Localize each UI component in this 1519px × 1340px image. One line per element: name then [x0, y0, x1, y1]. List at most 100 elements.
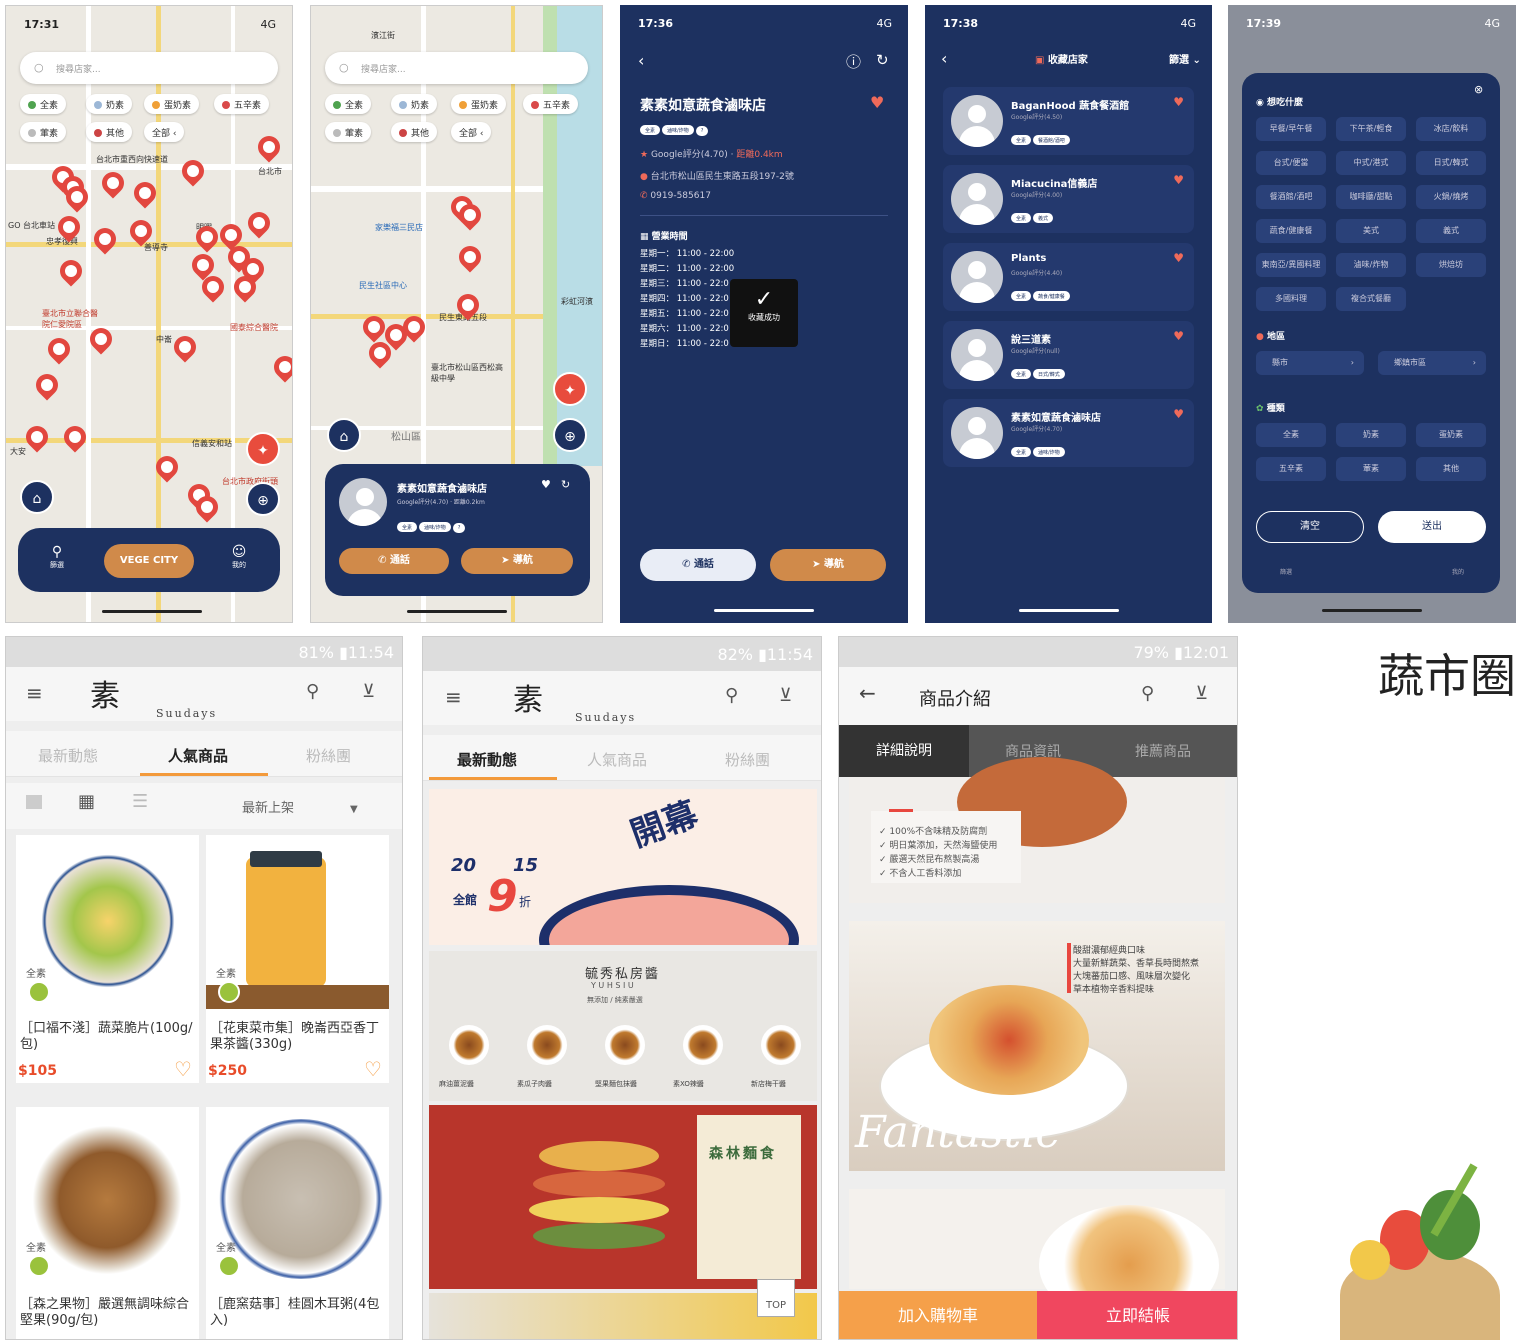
sort-select[interactable]: 最新上架 ▼ — [242, 797, 358, 816]
chip-five-spice[interactable]: 五辛素 — [523, 94, 579, 114]
clear-button[interactable]: 清空 — [1256, 511, 1364, 543]
phone-row[interactable]: ✆ 0919-585617 — [640, 191, 711, 201]
store-pin-icon[interactable] — [89, 223, 121, 255]
chip-all[interactable]: 全部 ‹ — [144, 122, 185, 142]
tab-news[interactable]: 最新動態 — [38, 745, 98, 766]
noodle-banner[interactable]: 森林麵食 — [429, 1105, 817, 1289]
food-option[interactable]: 多國料理 — [1256, 287, 1326, 311]
store-pin-icon[interactable] — [55, 255, 87, 287]
food-option[interactable]: 下午茶/輕食 — [1336, 117, 1406, 141]
address-row[interactable]: ● 台北市松山區民生東路五段197-2號 — [640, 169, 794, 182]
search-icon[interactable]: ⚲ — [1141, 683, 1154, 704]
food-option[interactable]: 早餐/早午餐 — [1256, 117, 1326, 141]
chip-milk[interactable]: 奶素 — [86, 94, 133, 114]
food-option[interactable]: 餐酒館/酒吧 — [1256, 185, 1326, 209]
grid-view-icon[interactable]: ▦ — [78, 791, 95, 812]
tab-fans[interactable]: 粉絲團 — [306, 745, 351, 766]
tab-popular[interactable]: 人氣商品 — [587, 749, 647, 770]
vege-city-button[interactable]: VEGE CITY — [104, 544, 194, 578]
info-icon[interactable]: ⓘ — [846, 51, 861, 72]
heart-icon[interactable]: ♡ — [364, 1057, 382, 1081]
kind-option[interactable]: 葷素 — [1336, 457, 1406, 481]
food-option[interactable]: 美式 — [1336, 219, 1406, 243]
kind-option[interactable]: 五辛素 — [1256, 457, 1326, 481]
refresh-icon[interactable]: ↻ — [561, 478, 570, 491]
store-icon[interactable]: ⌂ — [20, 480, 54, 514]
heart-icon[interactable]: ♥ — [870, 93, 884, 112]
food-option[interactable]: 複合式餐廳 — [1336, 287, 1406, 311]
chip-vegan[interactable]: 全素 — [20, 94, 67, 114]
tab-fans[interactable]: 粉絲團 — [725, 749, 770, 770]
chip-egg-milk[interactable]: 蛋奶素 — [144, 94, 200, 114]
list-view-icon[interactable]: ☰ — [132, 791, 148, 812]
store-pin-icon[interactable] — [177, 155, 209, 187]
store-pin-icon[interactable] — [43, 333, 75, 365]
chip-other[interactable]: 其他 — [86, 122, 133, 142]
heart-icon[interactable]: ♥ — [541, 478, 551, 491]
heart-icon[interactable]: ♥ — [1173, 407, 1184, 421]
county-select[interactable]: 縣市 › — [1256, 351, 1364, 375]
menu-icon[interactable]: ≡ — [26, 681, 43, 705]
profile-button[interactable]: ☺ 我的 — [224, 544, 254, 570]
chip-five-spice[interactable]: 五辛素 — [214, 94, 270, 114]
refresh-icon[interactable]: ↻ — [876, 51, 889, 69]
store-card[interactable]: 素素如意蔬食滷味店 Google評分(4.70) · 距離0.2km 全素 滷味/… — [325, 464, 590, 596]
store-pin-icon[interactable] — [97, 167, 129, 199]
kind-option[interactable]: 蛋奶素 — [1416, 423, 1486, 447]
store-pin-icon[interactable] — [169, 331, 201, 363]
search-input[interactable]: ○ 搜尋店家... — [325, 52, 588, 84]
chip-meat-veg[interactable]: 葷素 — [325, 122, 372, 142]
cart-icon[interactable]: ⊻ — [1195, 683, 1208, 704]
kind-option[interactable]: 奶素 — [1336, 423, 1406, 447]
food-option[interactable]: 中式/港式 — [1336, 151, 1406, 175]
tab-news[interactable]: 最新動態 — [457, 749, 517, 770]
navigate-button[interactable]: ➤ 導航 — [770, 549, 886, 581]
chip-vegan[interactable]: 全素 — [325, 94, 372, 114]
food-option[interactable]: 東南亞/異國料理 — [1256, 253, 1326, 277]
sauce-banner[interactable]: 毓秀私房醬 Y U H S I U 無添加 / 純素嚴選 麻油薑泥醬 素瓜子肉醬 堅… — [429, 951, 817, 1101]
product-card[interactable]: 全素 ［鹿窯菇事］桂圓木耳粥(4包入) — [206, 1107, 389, 1339]
filter-button[interactable]: 篩選 ⌄ — [1169, 51, 1201, 66]
call-button[interactable]: ✆ 通話 — [339, 548, 449, 574]
food-option[interactable]: 火鍋/燒烤 — [1416, 185, 1486, 209]
gift-icon[interactable]: ✦ — [246, 432, 280, 466]
store-pin-icon[interactable] — [243, 207, 275, 239]
favorite-item[interactable]: Miacucina信義店 Google評分(4.00) 全素 義式 ♥ — [943, 165, 1194, 233]
food-option[interactable]: 烘焙坊 — [1416, 253, 1486, 277]
heart-icon[interactable]: ♡ — [174, 1057, 192, 1081]
chip-egg-milk[interactable]: 蛋奶素 — [451, 94, 507, 114]
tab-popular[interactable]: 人氣商品 — [168, 745, 228, 766]
store-pin-icon[interactable] — [253, 131, 285, 163]
food-option[interactable]: 滷味/炸物 — [1336, 253, 1406, 277]
chip-other[interactable]: 其他 — [391, 122, 438, 142]
kind-option[interactable]: 其他 — [1416, 457, 1486, 481]
food-option[interactable]: 台式/便當 — [1256, 151, 1326, 175]
heart-icon[interactable]: ♥ — [1173, 173, 1184, 187]
food-option[interactable]: 日式/韓式 — [1416, 151, 1486, 175]
store-pin-icon[interactable] — [454, 241, 486, 273]
heart-icon[interactable]: ♥ — [1173, 95, 1184, 109]
favorite-item[interactable]: 素素如意蔬食滷味店 Google評分(4.70) 全素 滷味/炸物 ♥ — [943, 399, 1194, 467]
food-option[interactable]: 義式 — [1416, 219, 1486, 243]
add-to-cart-button[interactable]: 加入購物車 — [839, 1291, 1037, 1339]
menu-icon[interactable]: ≡ — [445, 685, 462, 709]
product-card[interactable]: 全素 ［花東菜市集］晚崙西亞香丁果茶醬(330g) $250 ♡ — [206, 835, 389, 1083]
gift-icon[interactable]: ✦ — [553, 372, 587, 406]
chip-milk[interactable]: 奶素 — [391, 94, 438, 114]
chip-meat-veg[interactable]: 葷素 — [20, 122, 67, 142]
heart-icon[interactable]: ♥ — [1173, 251, 1184, 265]
favorite-item[interactable]: BaganHood 蔬食餐酒館 Google評分(4.50) 全素 餐酒館/酒吧 ♥ — [943, 87, 1194, 155]
store-pin-icon[interactable] — [31, 369, 63, 401]
locate-icon[interactable]: ⊕ — [246, 482, 280, 516]
submit-button[interactable]: 送出 — [1378, 511, 1486, 543]
back-icon[interactable]: ‹ — [638, 51, 644, 70]
store-pin-icon[interactable] — [21, 421, 53, 453]
food-option[interactable]: 蔬食/健康餐 — [1256, 219, 1326, 243]
kind-option[interactable]: 全素 — [1256, 423, 1326, 447]
tab-recommend[interactable]: 推薦商品 — [1135, 741, 1191, 761]
tab-details[interactable]: 詳細說明 — [839, 725, 969, 777]
opening-banner[interactable]: 20 15 全館 9 折 開幕 — [429, 789, 817, 945]
back-icon[interactable]: ← — [859, 681, 876, 705]
checkout-button[interactable]: 立即結帳 — [1037, 1291, 1237, 1339]
district-select[interactable]: 鄉鎮市區 › — [1378, 351, 1486, 375]
